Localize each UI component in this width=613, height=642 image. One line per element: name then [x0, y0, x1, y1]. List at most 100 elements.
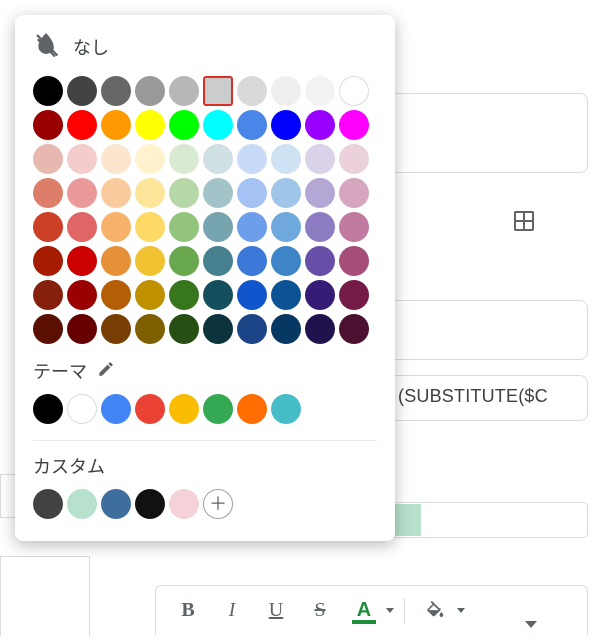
color-swatch[interactable]	[67, 144, 97, 174]
color-swatch[interactable]	[203, 280, 233, 310]
color-swatch[interactable]	[101, 110, 131, 140]
color-swatch[interactable]	[33, 394, 63, 424]
color-swatch[interactable]	[67, 178, 97, 208]
color-swatch[interactable]	[101, 178, 131, 208]
color-swatch[interactable]	[339, 144, 369, 174]
color-swatch[interactable]	[237, 76, 267, 106]
color-swatch[interactable]	[237, 394, 267, 424]
color-swatch[interactable]	[169, 76, 199, 106]
color-swatch[interactable]	[169, 144, 199, 174]
color-swatch[interactable]	[135, 110, 165, 140]
color-swatch[interactable]	[135, 489, 165, 519]
color-swatch[interactable]	[339, 314, 369, 344]
color-swatch[interactable]	[339, 76, 369, 106]
color-swatch[interactable]	[305, 76, 335, 106]
color-swatch[interactable]	[135, 246, 165, 276]
color-swatch[interactable]	[339, 178, 369, 208]
color-swatch[interactable]	[237, 110, 267, 140]
color-swatch[interactable]	[339, 110, 369, 140]
color-swatch[interactable]	[271, 280, 301, 310]
color-swatch[interactable]	[271, 246, 301, 276]
fill-color-button[interactable]	[415, 592, 455, 630]
color-swatch[interactable]	[135, 212, 165, 242]
color-swatch[interactable]	[33, 144, 63, 174]
color-swatch[interactable]	[305, 246, 335, 276]
color-swatch[interactable]	[305, 110, 335, 140]
color-swatch[interactable]	[305, 144, 335, 174]
color-swatch[interactable]	[271, 314, 301, 344]
color-swatch[interactable]	[169, 110, 199, 140]
color-swatch[interactable]	[203, 394, 233, 424]
color-swatch[interactable]	[33, 178, 63, 208]
color-swatch[interactable]	[305, 314, 335, 344]
color-swatch[interactable]	[339, 280, 369, 310]
color-swatch[interactable]	[101, 144, 131, 174]
color-swatch[interactable]	[67, 212, 97, 242]
color-swatch[interactable]	[169, 178, 199, 208]
color-swatch[interactable]	[169, 314, 199, 344]
color-swatch[interactable]	[33, 246, 63, 276]
color-swatch[interactable]	[169, 489, 199, 519]
color-swatch[interactable]	[101, 394, 131, 424]
color-swatch[interactable]	[33, 489, 63, 519]
color-swatch[interactable]	[33, 280, 63, 310]
color-swatch[interactable]	[135, 144, 165, 174]
color-swatch[interactable]	[237, 280, 267, 310]
color-swatch[interactable]	[203, 110, 233, 140]
no-color-row[interactable]: なし	[33, 31, 377, 62]
color-swatch[interactable]	[271, 178, 301, 208]
chevron-down-icon[interactable]	[386, 608, 394, 613]
color-swatch[interactable]	[271, 110, 301, 140]
color-swatch[interactable]	[33, 76, 63, 106]
color-swatch[interactable]	[33, 110, 63, 140]
text-color-button[interactable]: A	[344, 592, 384, 630]
color-swatch[interactable]	[135, 314, 165, 344]
color-swatch[interactable]	[203, 212, 233, 242]
color-swatch[interactable]	[237, 246, 267, 276]
color-swatch[interactable]	[271, 394, 301, 424]
color-swatch[interactable]	[305, 178, 335, 208]
color-swatch[interactable]	[169, 246, 199, 276]
color-swatch[interactable]	[203, 246, 233, 276]
color-swatch[interactable]	[203, 144, 233, 174]
color-swatch[interactable]	[135, 280, 165, 310]
color-swatch[interactable]	[305, 212, 335, 242]
color-swatch[interactable]	[203, 76, 233, 106]
strikethrough-button[interactable]: S	[300, 592, 340, 630]
italic-button[interactable]: I	[212, 592, 252, 630]
color-swatch[interactable]	[169, 394, 199, 424]
underline-button[interactable]: U	[256, 592, 296, 630]
table-icon[interactable]	[512, 209, 542, 239]
color-swatch[interactable]	[33, 212, 63, 242]
color-swatch[interactable]	[339, 246, 369, 276]
color-swatch[interactable]	[169, 280, 199, 310]
color-swatch[interactable]	[203, 178, 233, 208]
color-swatch[interactable]	[203, 314, 233, 344]
color-swatch[interactable]	[339, 212, 369, 242]
color-swatch[interactable]	[101, 76, 131, 106]
color-swatch[interactable]	[135, 76, 165, 106]
color-swatch[interactable]	[237, 144, 267, 174]
color-swatch[interactable]	[169, 212, 199, 242]
color-swatch[interactable]	[67, 110, 97, 140]
color-swatch[interactable]	[101, 246, 131, 276]
color-swatch[interactable]	[135, 178, 165, 208]
add-custom-color-button[interactable]: ＋	[203, 489, 233, 519]
color-swatch[interactable]	[237, 314, 267, 344]
color-swatch[interactable]	[271, 212, 301, 242]
color-swatch[interactable]	[135, 394, 165, 424]
color-swatch[interactable]	[67, 394, 97, 424]
color-swatch[interactable]	[101, 212, 131, 242]
color-swatch[interactable]	[271, 76, 301, 106]
color-swatch[interactable]	[237, 178, 267, 208]
color-swatch[interactable]	[101, 314, 131, 344]
chevron-down-icon[interactable]	[457, 608, 465, 613]
color-swatch[interactable]	[271, 144, 301, 174]
pencil-icon[interactable]	[97, 360, 115, 383]
color-swatch[interactable]	[67, 280, 97, 310]
color-swatch[interactable]	[33, 314, 63, 344]
color-swatch[interactable]	[67, 489, 97, 519]
color-swatch[interactable]	[305, 280, 335, 310]
bold-button[interactable]: B	[168, 592, 208, 630]
color-swatch[interactable]	[101, 280, 131, 310]
